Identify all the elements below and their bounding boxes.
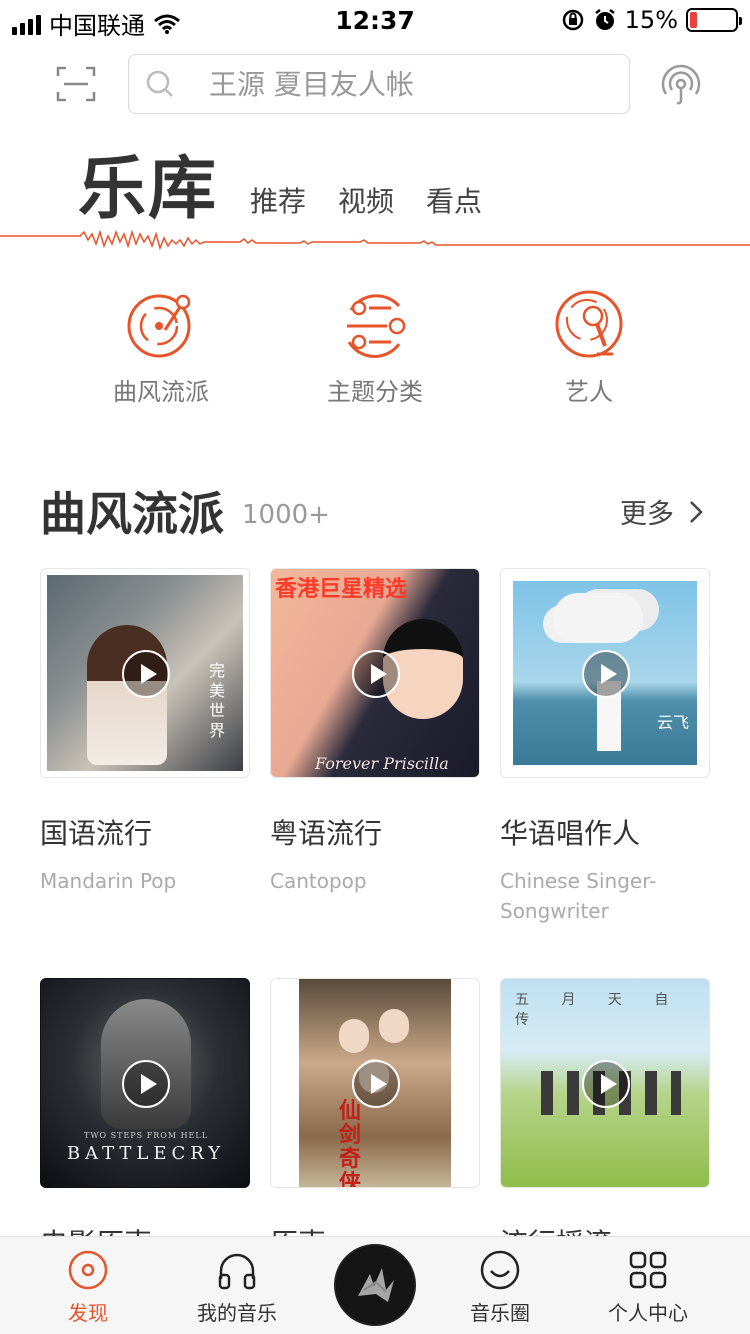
more-button[interactable]: 更多 [620, 492, 704, 531]
nav-my-music[interactable]: 我的音乐 [177, 1249, 297, 1326]
play-icon[interactable] [582, 650, 630, 698]
nav-label: 我的音乐 [197, 1301, 277, 1325]
cover-subtext: Forever Priscilla [315, 754, 449, 773]
nav-discover[interactable]: 发现 [28, 1249, 148, 1326]
genre-cover[interactable]: 仙剑奇侠传 [270, 978, 480, 1188]
more-label: 更多 [620, 499, 674, 530]
now-playing-button[interactable] [334, 1244, 416, 1326]
battery-fill [690, 12, 697, 28]
nav-label: 发现 [68, 1301, 108, 1325]
chevron-right-icon [690, 500, 703, 523]
category-genre-button[interactable]: 曲风流派 [86, 288, 236, 407]
battery-icon [686, 8, 742, 32]
genre-subtitle: Cantopop [270, 869, 367, 893]
cover-text: 香港巨星精选 [275, 577, 408, 602]
grid-icon [629, 1251, 667, 1289]
tab-music-library[interactable]: 乐库 [78, 150, 218, 230]
play-icon[interactable] [122, 1060, 170, 1108]
top-tabs: 乐库 推荐 视频 看点 [78, 150, 482, 230]
nav-label: 个人中心 [608, 1301, 688, 1325]
play-icon[interactable] [352, 650, 400, 698]
cover-text: 完美世界 [209, 661, 226, 740]
search-icon [146, 70, 173, 97]
tab-underline-wave [0, 229, 750, 251]
genre-card[interactable]: 香港巨星精选 Forever Priscilla 粤语流行 Cantopop [270, 568, 480, 896]
cover-text: BATTLECRY [66, 1143, 226, 1164]
category-label: 曲风流派 [113, 378, 209, 406]
genre-subtitle: Chinese Singer-Songwriter [500, 869, 657, 923]
headphones-icon [218, 1253, 256, 1290]
nav-profile[interactable]: 个人中心 [588, 1249, 708, 1326]
rotation-lock-icon [562, 9, 583, 31]
list-icon [347, 294, 406, 358]
category-label: 主题分类 [327, 378, 423, 406]
scan-icon[interactable] [56, 66, 96, 102]
turntable-icon [127, 294, 191, 358]
search-field[interactable] [128, 54, 630, 114]
genre-card[interactable]: 云飞 华语唱作人 Chinese Singer-Songwriter [500, 568, 710, 926]
genre-cover[interactable]: 完美世界 [40, 568, 250, 778]
category-theme-button[interactable]: 主题分类 [300, 288, 450, 407]
smile-icon [480, 1250, 520, 1290]
category-artist-button[interactable]: 艺人 [514, 288, 664, 407]
alarm-icon [594, 9, 615, 30]
search-input[interactable] [209, 67, 589, 101]
genre-cover[interactable]: 香港巨星精选 Forever Priscilla [270, 568, 480, 778]
play-icon[interactable] [582, 1060, 630, 1108]
status-bar: 中国联通 12:37 15% [0, 0, 750, 40]
section-count: 1000+ [242, 500, 330, 530]
nav-music-circle[interactable]: 音乐圈 [440, 1249, 560, 1326]
genre-card[interactable]: 完美世界 国语流行 Mandarin Pop [40, 568, 250, 896]
genre-title: 国语流行 [40, 817, 153, 850]
cover-subtext: TWO STEPS FROM HELL [83, 1131, 209, 1140]
play-icon[interactable] [122, 650, 170, 698]
album-art-icon [337, 1247, 413, 1323]
genre-cover[interactable]: 五 月 天 自 传 [500, 978, 710, 1188]
category-row: 曲风流派 主题分类 艺人 [0, 288, 750, 408]
genre-card[interactable]: 五 月 天 自 传 流行摇滚 [500, 978, 710, 1262]
play-icon[interactable] [352, 1060, 400, 1108]
microphone-icon [555, 290, 623, 358]
genre-title: 华语唱作人 [500, 817, 641, 850]
genre-card[interactable]: 仙剑奇侠传 原声 [270, 978, 480, 1262]
genre-subtitle: Mandarin Pop [40, 869, 177, 893]
cover-text: 仙剑奇侠传 [339, 1098, 362, 1188]
genre-cover[interactable]: 云飞 [500, 568, 710, 778]
section-title: 曲风流派 [40, 487, 224, 541]
cover-text: 云飞 [656, 713, 689, 732]
discover-icon [68, 1250, 108, 1290]
battery-percent: 15% [624, 6, 678, 34]
nav-label: 音乐圈 [470, 1301, 530, 1325]
genre-title: 粤语流行 [270, 817, 383, 850]
podcast-icon[interactable] [658, 62, 704, 108]
category-label: 艺人 [565, 378, 613, 406]
genre-cover[interactable]: TWO STEPS FROM HELL BATTLECRY [40, 978, 250, 1188]
cover-text: 五 月 天 自 传 [515, 992, 683, 1028]
genre-card[interactable]: TWO STEPS FROM HELL BATTLECRY 电影原声 [40, 978, 250, 1262]
